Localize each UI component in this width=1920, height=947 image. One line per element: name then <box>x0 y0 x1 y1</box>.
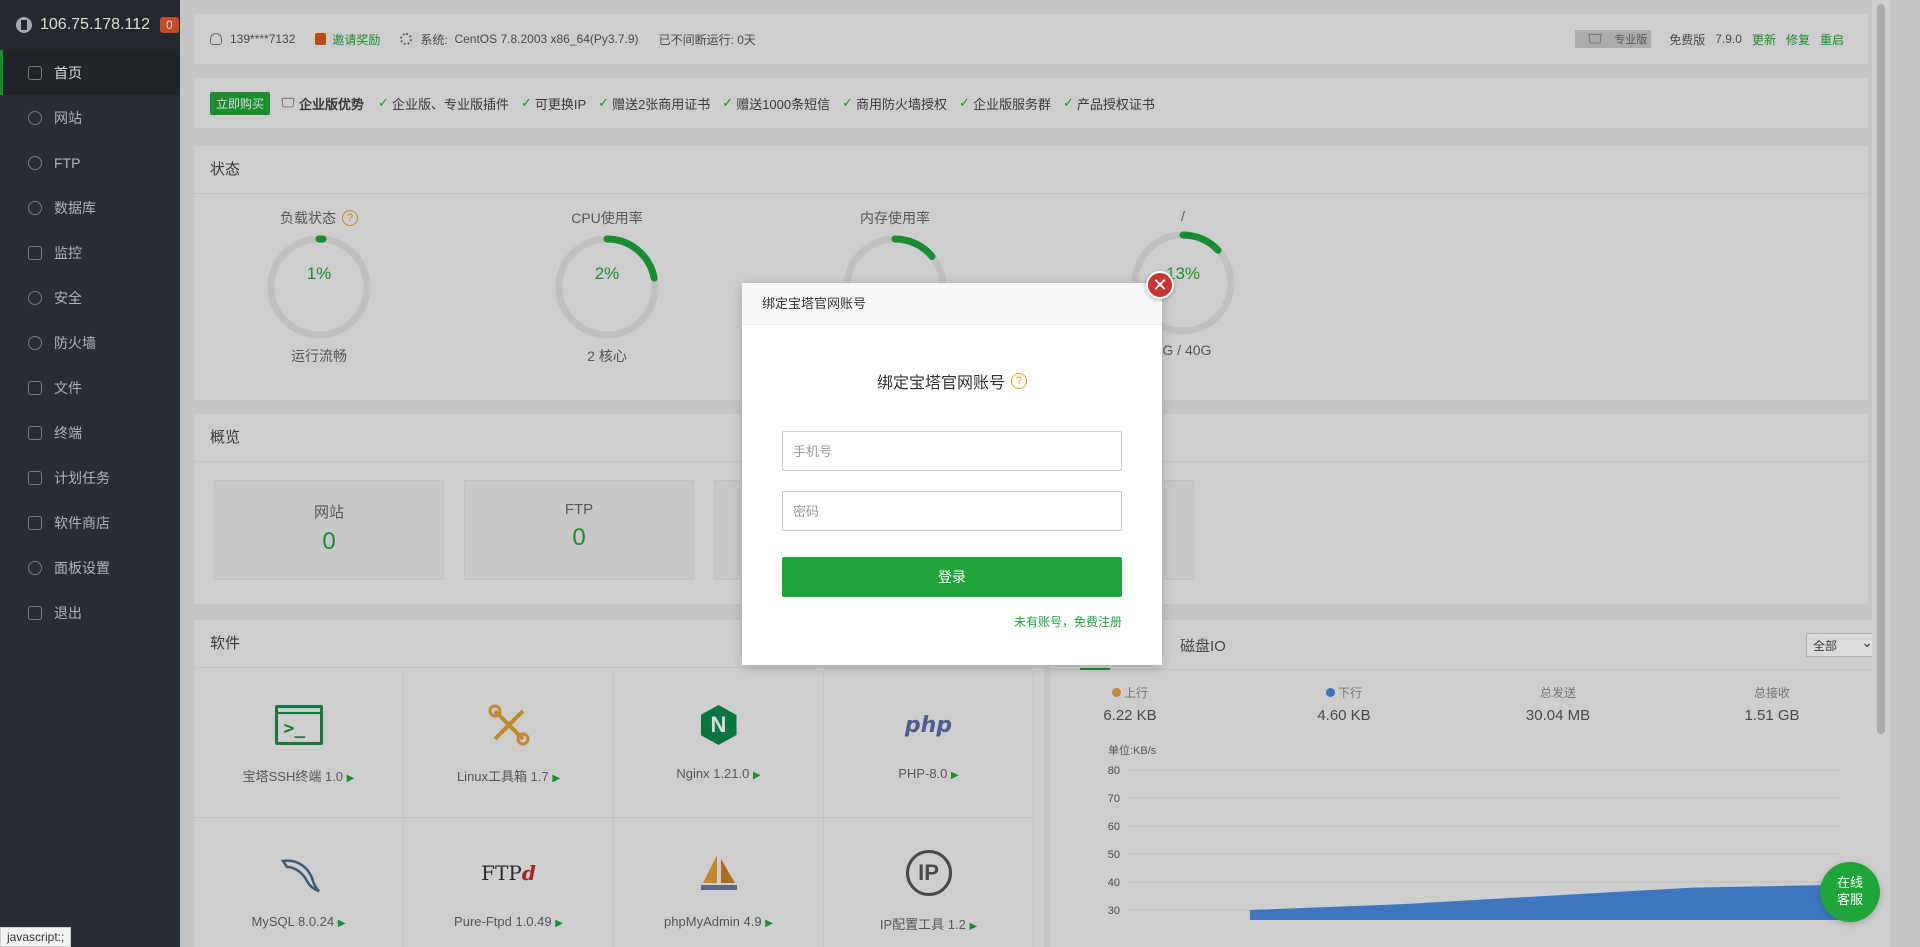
help-icon[interactable]: ? <box>1011 373 1027 389</box>
phone-input[interactable] <box>782 431 1122 471</box>
password-input[interactable] <box>782 491 1122 531</box>
dialog-header: 绑定宝塔官网账号 <box>742 283 1162 325</box>
dialog-title: 绑定宝塔官网账号? <box>742 369 1162 393</box>
browser-status-bar: javascript:; <box>0 927 72 947</box>
close-icon[interactable]: ✕ <box>1146 271 1174 299</box>
register-link[interactable]: 未有账号，免费注册 <box>782 613 1122 630</box>
login-button[interactable]: 登录 <box>782 557 1122 597</box>
online-support-button[interactable]: 在线 客服 <box>1820 862 1880 922</box>
bind-account-dialog: 绑定宝塔官网账号 ✕ 绑定宝塔官网账号? 登录 未有账号，免费注册 <box>742 271 1174 665</box>
